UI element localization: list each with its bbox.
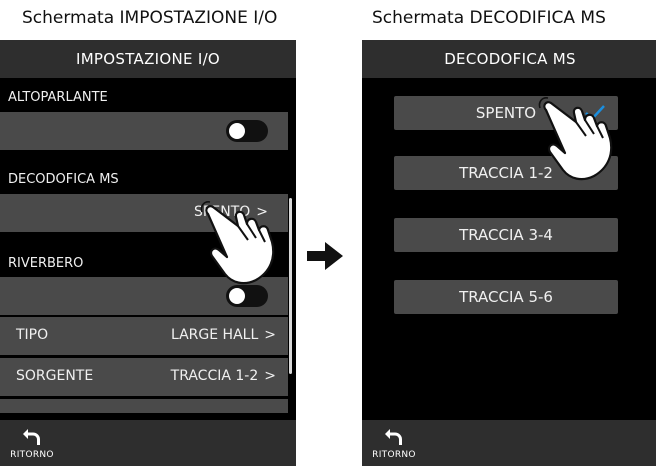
reverb-source-label: SORGENTE — [16, 368, 94, 384]
reverb-type-value: LARGE HALL — [170, 327, 259, 343]
speaker-row — [0, 112, 288, 150]
page-title: IMPOSTAZIONE I/O — [0, 40, 296, 78]
pointing-hand-icon — [200, 201, 275, 285]
toggle-knob — [229, 288, 245, 304]
right-arrow-icon — [307, 242, 343, 270]
footer-bar: RITORNO — [0, 420, 296, 466]
option-traccia-3-4[interactable]: TRACCIA 3-4 — [394, 218, 618, 252]
right-screen-caption: Schermata DECODIFICA MS — [372, 8, 606, 28]
return-arrow-icon — [23, 429, 40, 445]
return-arrow-icon — [385, 429, 402, 445]
pointing-hand-icon — [538, 97, 613, 181]
ms-decode-section-label: DECODOFICA MS — [8, 172, 119, 187]
return-button[interactable]: RITORNO — [370, 424, 418, 464]
left-screen-caption: Schermata IMPOSTAZIONE I/O — [22, 8, 278, 28]
page-title: DECODOFICA MS — [362, 40, 656, 78]
footer-bar: RITORNO — [362, 420, 656, 466]
speaker-toggle[interactable] — [226, 120, 268, 142]
option-label: SPENTO — [475, 104, 537, 122]
return-label: RITORNO — [10, 450, 54, 460]
reverb-type-label: TIPO — [16, 327, 49, 343]
reverb-source-row[interactable]: SORGENTE TRACCIA 1-2 > — [0, 358, 288, 396]
return-label: RITORNO — [372, 450, 416, 460]
reverb-type-value-wrap: LARGE HALL > — [171, 327, 276, 343]
return-button[interactable]: RITORNO — [8, 424, 56, 464]
partial-row — [0, 399, 288, 413]
reverb-section-label: RIVERBERO — [8, 256, 84, 271]
option-traccia-5-6[interactable]: TRACCIA 5-6 — [394, 280, 618, 314]
chevron-right-icon: > — [264, 368, 276, 384]
toggle-knob — [229, 123, 245, 139]
speaker-section-label: ALTOPARLANTE — [8, 90, 108, 105]
chevron-right-icon: > — [264, 327, 276, 343]
reverb-source-value-wrap: TRACCIA 1-2 > — [171, 368, 276, 384]
reverb-type-row[interactable]: TIPO LARGE HALL > — [0, 317, 288, 355]
reverb-source-value: TRACCIA 1-2 — [170, 368, 259, 384]
